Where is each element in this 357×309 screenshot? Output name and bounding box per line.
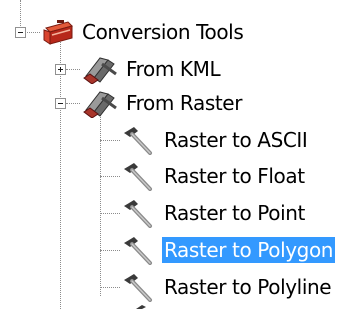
tool-item-raster-to-point[interactable]: Raster to Point [120,198,307,228]
tree-node-label: Raster to Point [164,201,305,225]
tree-node-label: From KML [126,57,221,81]
tree-guide-line [60,40,61,309]
tree-node-from-kml[interactable]: From KML [80,54,222,84]
tree-guide-line [100,100,101,296]
tool-item-raster-to-float[interactable]: Raster to Float [120,161,307,191]
hammer-icon [124,127,152,155]
tool-item-raster-to-polyline[interactable]: Raster to Polyline [120,272,333,302]
hammer-icon [136,305,146,309]
hammer-icon [124,163,152,191]
tool-tree: Conversion Tools From KML From Raster Ra… [0,0,357,309]
tree-node-label: From Raster [126,91,243,115]
hammer-icon [124,237,152,265]
tree-node-label: Raster to Polyline [164,275,332,299]
tree-connector [100,140,120,141]
tree-node-from-raster[interactable]: From Raster [80,88,244,118]
tree-node-label: Conversion Tools [82,20,244,44]
tree-node-conversion-tools[interactable]: Conversion Tools [40,17,245,47]
hammer-icon [124,200,152,228]
tree-connector [25,32,40,33]
tool-item-raster-to-ascii[interactable]: Raster to ASCII [120,125,309,155]
tree-node-label-selected: Raster to Polygon [162,237,336,263]
tree-connector [100,250,120,251]
collapse-expander-button[interactable] [15,27,26,38]
tree-connector [100,287,120,288]
expand-expander-button[interactable] [55,64,66,75]
tree-guide-line [20,0,21,26]
tool-item-raster-to-polygon[interactable]: Raster to Polygon [120,235,336,265]
tree-connector [100,176,120,177]
red-toolbox-icon [43,20,73,45]
hammer-icon [124,274,152,302]
toolset-icon [83,91,117,118]
tree-node-label: Raster to Float [164,164,305,188]
toolset-icon [83,57,117,84]
collapse-expander-button[interactable] [55,98,66,109]
tree-connector [100,213,120,214]
tree-node-label: Raster to ASCII [164,128,308,152]
tree-connector [66,69,80,70]
tree-connector [66,103,80,104]
